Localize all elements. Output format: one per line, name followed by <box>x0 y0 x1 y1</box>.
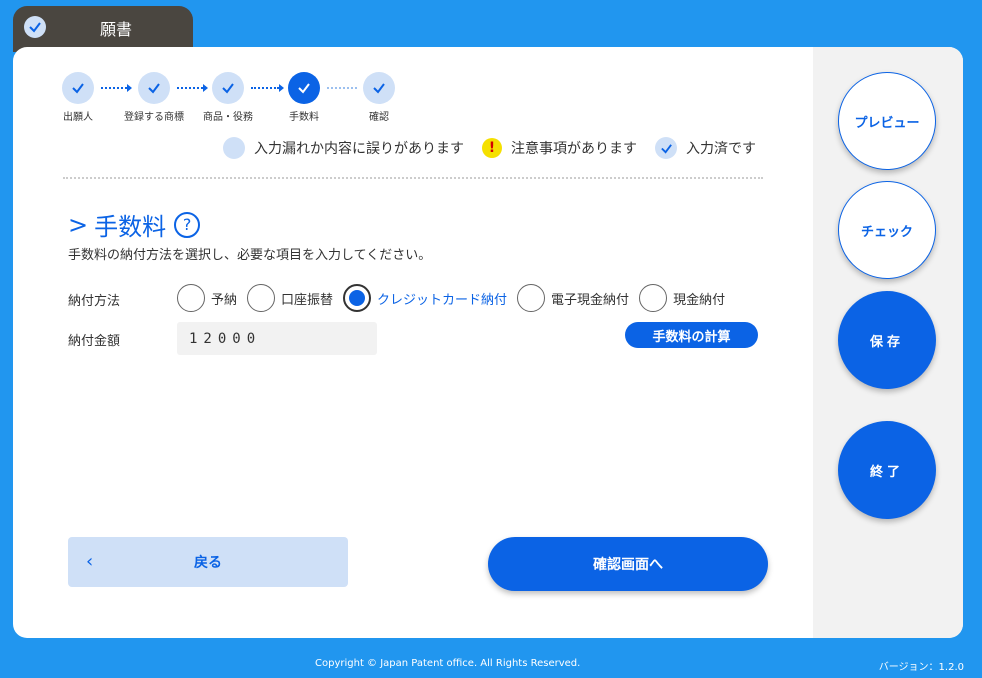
error-dot-icon <box>223 137 245 159</box>
section-title-text: 手数料 <box>94 213 167 241</box>
help-icon[interactable]: ? <box>174 211 201 238</box>
step-label: 手数料 <box>289 112 319 123</box>
legend-warning: ! 注意事項があります <box>482 138 637 158</box>
radio-button[interactable] <box>177 284 205 312</box>
back-button[interactable]: ‹ 戻る <box>68 537 348 587</box>
legend-done-label: 入力済です <box>686 141 756 157</box>
legend-error-label: 入力漏れか内容に誤りがあります <box>254 141 464 157</box>
confirm-screen-button[interactable]: 確認画面へ <box>488 537 768 591</box>
step-label: 登録する商標 <box>124 112 184 123</box>
payment-method-radio-group: 予納 口座振替 クレジットカード納付 電子現金納付 現金納付 <box>177 284 735 312</box>
copyright-text: Copyright © Japan Patent office. All Rig… <box>315 658 581 669</box>
step-label: 商品・役務 <box>203 112 253 123</box>
step-trademark[interactable]: 登録する商標 <box>119 72 189 123</box>
chevron-right-icon: > <box>68 210 89 239</box>
radio-credit-card[interactable]: クレジットカード納付 <box>343 284 507 312</box>
section-description: 手数料の納付方法を選択し、必要な項目を入力してください。 <box>68 248 432 263</box>
check-icon <box>138 72 170 104</box>
step-confirm[interactable]: 確認 <box>344 72 414 123</box>
check-icon <box>363 72 395 104</box>
main-card: 出願人 登録する商標 商品・役務 手数料 確認 入力漏れか内容に誤りがあります <box>13 47 963 638</box>
radio-label: クレジットカード納付 <box>377 292 508 308</box>
radio-label: 現金納付 <box>673 292 726 308</box>
chevron-left-icon: ‹ <box>86 551 94 572</box>
radio-button[interactable] <box>517 284 546 312</box>
preview-button[interactable]: プレビュー <box>838 72 936 170</box>
tab-title: 願書 <box>100 20 133 39</box>
version-text: バージョン：1.2.0 <box>878 662 964 673</box>
payment-amount-label: 納付金額 <box>68 334 121 349</box>
step-applicant[interactable]: 出願人 <box>43 72 113 123</box>
step-fee[interactable]: 手数料 <box>269 72 339 123</box>
payment-amount-input[interactable] <box>177 322 377 355</box>
step-goods[interactable]: 商品・役務 <box>193 72 263 123</box>
back-button-label: 戻る <box>194 555 222 571</box>
check-icon <box>24 16 46 38</box>
radio-cash[interactable]: 現金納付 <box>639 284 725 312</box>
radio-electronic-cash[interactable]: 電子現金納付 <box>517 284 629 312</box>
section-title: > 手数料 ? <box>68 207 201 242</box>
action-sidebar: プレビュー チェック 保存 終了 <box>813 47 963 638</box>
calculate-fee-button[interactable]: 手数料の計算 <box>625 322 758 348</box>
step-label: 出願人 <box>63 112 93 123</box>
exit-button[interactable]: 終了 <box>838 421 936 519</box>
radio-prepaid[interactable]: 予納 <box>177 284 237 312</box>
radio-label: 予納 <box>211 292 238 308</box>
payment-method-label: 納付方法 <box>68 294 121 309</box>
check-button[interactable]: チェック <box>838 181 936 279</box>
radio-button[interactable] <box>343 284 372 312</box>
legend-warning-label: 注意事項があります <box>511 141 637 157</box>
radio-label: 口座振替 <box>281 292 334 308</box>
check-icon <box>655 137 677 159</box>
status-legend: 入力漏れか内容に誤りがあります ! 注意事項があります 入力済です <box>223 137 774 159</box>
divider <box>63 177 763 179</box>
document-tab: 願書 <box>13 6 193 52</box>
radio-button[interactable] <box>247 284 276 312</box>
check-icon <box>288 72 320 104</box>
check-icon <box>212 72 244 104</box>
warning-icon: ! <box>482 138 502 158</box>
save-button[interactable]: 保存 <box>838 291 936 389</box>
radio-account-transfer[interactable]: 口座振替 <box>247 284 333 312</box>
legend-error: 入力漏れか内容に誤りがあります <box>223 137 464 159</box>
legend-done: 入力済です <box>655 137 756 159</box>
check-icon <box>62 72 94 104</box>
radio-label: 電子現金納付 <box>551 292 630 308</box>
step-label: 確認 <box>369 112 389 123</box>
radio-button[interactable] <box>639 284 668 312</box>
